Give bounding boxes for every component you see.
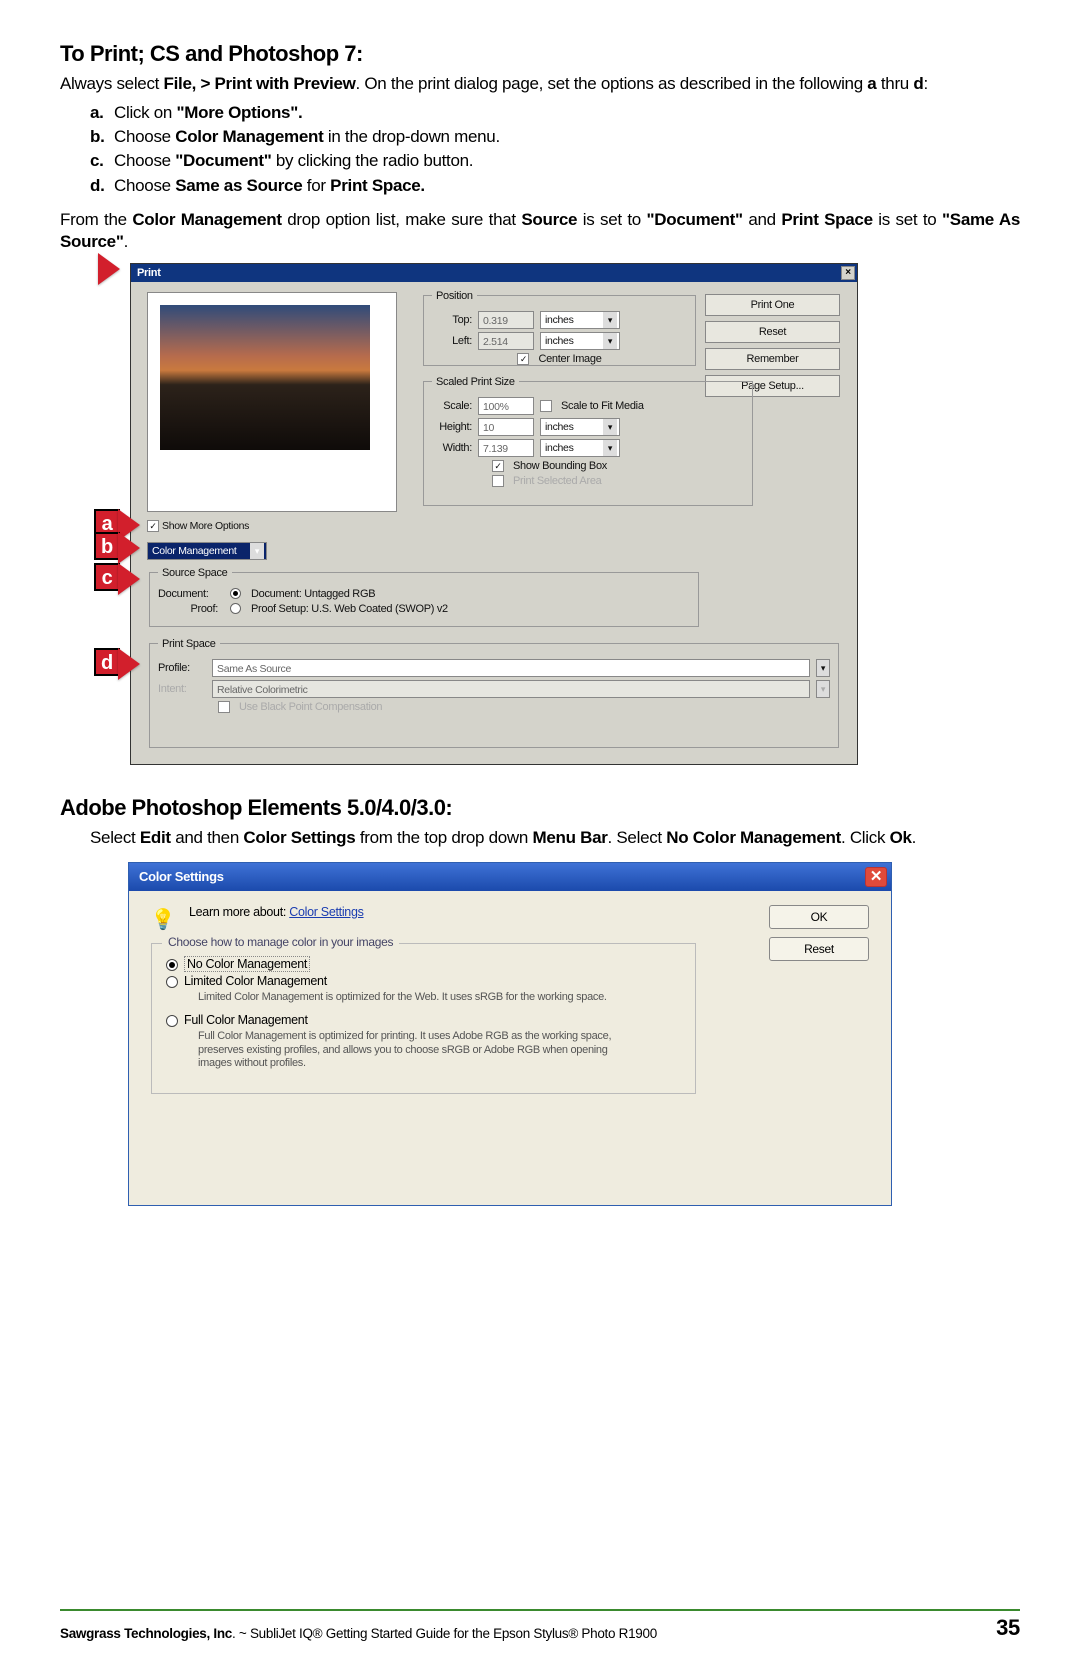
marker-b: b	[118, 532, 154, 564]
color-options-group: Choose how to manage color in your image…	[151, 943, 696, 1094]
height-field[interactable]: 10	[478, 418, 534, 436]
profile-select[interactable]: Same As Source	[212, 659, 810, 677]
scale-field[interactable]: 100%	[478, 397, 534, 415]
print-dialog-screenshot: a b c d Print × Position Top:0.319inches…	[130, 263, 1020, 765]
page-number: 35	[996, 1615, 1020, 1641]
source-space-group: Source Space Document:Document: Untagged…	[149, 567, 699, 627]
width-field[interactable]: 7.139	[478, 439, 534, 457]
pse-heading: Adobe Photoshop Elements 5.0/4.0/3.0:	[60, 795, 1020, 821]
position-group: Position Top:0.319inches Left:2.514inche…	[423, 290, 696, 366]
desc-limited: Limited Color Management is optimized fo…	[198, 991, 638, 1005]
print-selected-checkbox	[492, 475, 504, 487]
marker-c: c	[118, 563, 154, 595]
page-footer: Sawgrass Technologies, Inc. ~ SubliJet I…	[60, 1609, 1020, 1641]
cs-titlebar: Color Settings ✕	[129, 863, 891, 891]
bbox-checkbox[interactable]	[492, 460, 504, 472]
desc-full: Full Color Management is optimized for p…	[198, 1030, 638, 1071]
close-icon[interactable]: ×	[841, 266, 855, 280]
marker-d: d	[118, 648, 154, 680]
intro-paragraph: Always select File, > Print with Preview…	[60, 73, 1020, 94]
top-field[interactable]: 0.319	[478, 311, 534, 329]
width-units[interactable]: inches	[540, 439, 620, 457]
pse-paragraph: Select Edit and then Color Settings from…	[90, 827, 1020, 848]
lightbulb-icon: 💡	[151, 905, 175, 933]
left-units[interactable]: inches	[540, 332, 620, 350]
opt-no-color[interactable]: No Color Management	[166, 957, 681, 971]
ok-button[interactable]: OK	[769, 905, 869, 929]
print-space-group: Print Space Profile:Same As Source▾ Inte…	[149, 638, 839, 748]
step-c: c.Choose "Document" by clicking the radi…	[90, 150, 1020, 172]
print-cs-ps7-heading: To Print; CS and Photoshop 7:	[60, 41, 1020, 67]
opt-limited[interactable]: Limited Color Management	[166, 974, 681, 988]
document-radio[interactable]	[230, 588, 241, 599]
step-b: b.Choose Color Management in the drop-do…	[90, 126, 1020, 148]
note-paragraph: From the Color Management drop option li…	[60, 209, 1020, 253]
print-one-button[interactable]: Print One	[705, 294, 840, 316]
print-preview	[147, 292, 397, 512]
step-a: a.Click on "More Options".	[90, 102, 1020, 124]
options-dropdown[interactable]: Color Management	[147, 542, 287, 560]
center-image-checkbox[interactable]	[517, 353, 529, 365]
step-list: a.Click on "More Options". b.Choose Colo…	[90, 102, 1020, 196]
learn-more: 💡 Learn more about: Color Settings	[151, 905, 869, 933]
reset-button[interactable]: Reset	[705, 321, 840, 343]
scaled-print-size-group: Scaled Print Size Scale:100%Scale to Fit…	[423, 376, 753, 506]
color-settings-link[interactable]: Color Settings	[289, 905, 363, 919]
close-icon[interactable]: ✕	[865, 867, 887, 887]
opt-full[interactable]: Full Color Management	[166, 1013, 681, 1027]
bpc-checkbox	[218, 701, 230, 713]
scale-fit-checkbox[interactable]	[540, 400, 552, 412]
reset-button[interactable]: Reset	[769, 937, 869, 961]
step-d: d.Choose Same as Source for Print Space.	[90, 175, 1020, 197]
top-units[interactable]: inches	[540, 311, 620, 329]
left-field[interactable]: 2.514	[478, 332, 534, 350]
proof-radio[interactable]	[230, 603, 241, 614]
print-titlebar: Print ×	[131, 264, 857, 282]
height-units[interactable]: inches	[540, 418, 620, 436]
color-settings-screenshot: Color Settings ✕ 💡 Learn more about: Col…	[128, 862, 1020, 1206]
remember-button[interactable]: Remember	[705, 348, 840, 370]
intent-select: Relative Colorimetric	[212, 680, 810, 698]
show-more-options[interactable]: Show More Options	[147, 520, 397, 532]
